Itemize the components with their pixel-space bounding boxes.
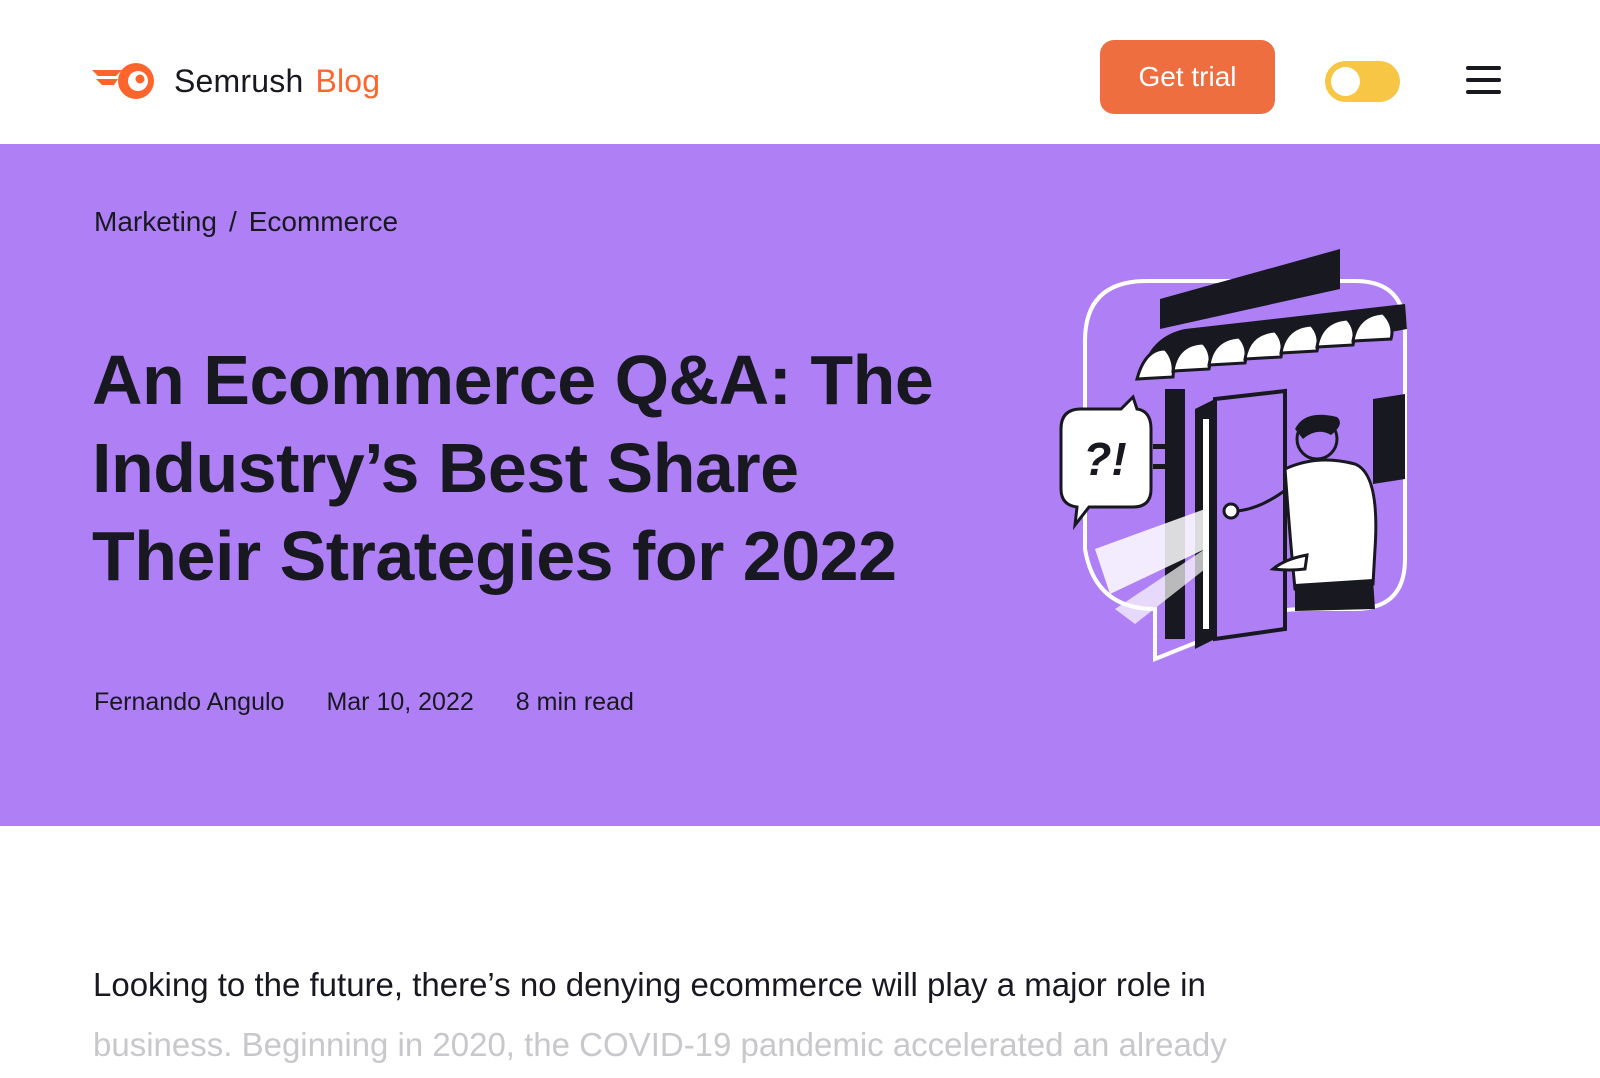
theme-toggle[interactable] — [1325, 61, 1400, 102]
site-header: Semrush Blog Get trial — [0, 0, 1600, 144]
article-intro: Looking to the future, there’s no denyin… — [93, 955, 1473, 1075]
brand-name: Semrush — [174, 62, 304, 99]
author-link[interactable]: Fernando Angulo — [94, 688, 284, 717]
read-time: 8 min read — [515, 688, 634, 716]
breadcrumb: Marketing / Ecommerce — [94, 206, 398, 238]
publish-date: Mar 10, 2022 — [326, 688, 474, 716]
blog-label: Blog — [315, 62, 381, 99]
breadcrumb-marketing[interactable]: Marketing — [94, 206, 217, 238]
semrush-fireball-icon — [92, 63, 154, 99]
intro-line-1: Looking to the future, there’s no denyin… — [93, 966, 1206, 1003]
page-title: An Ecommerce Q&A: The Industry’s Best Sh… — [92, 341, 934, 595]
semrush-blog-logo[interactable]: Semrush Blog — [92, 56, 380, 106]
article-hero: Marketing / Ecommerce An Ecommerce Q&A: … — [0, 144, 1600, 826]
storefront-illustration: ?! — [1059, 249, 1407, 662]
get-trial-button[interactable]: Get trial — [1100, 40, 1275, 114]
hamburger-menu-icon[interactable] — [1466, 66, 1502, 96]
article-meta: Fernando Angulo Mar 10, 2022 8 min read — [94, 688, 676, 717]
breadcrumb-separator: / — [228, 206, 237, 237]
breadcrumb-ecommerce[interactable]: Ecommerce — [249, 206, 398, 238]
toggle-knob — [1331, 67, 1360, 96]
intro-line-2: business. Beginning in 2020, the COVID-1… — [93, 1026, 1227, 1063]
illustration-speech-text: ?! — [1083, 433, 1126, 485]
